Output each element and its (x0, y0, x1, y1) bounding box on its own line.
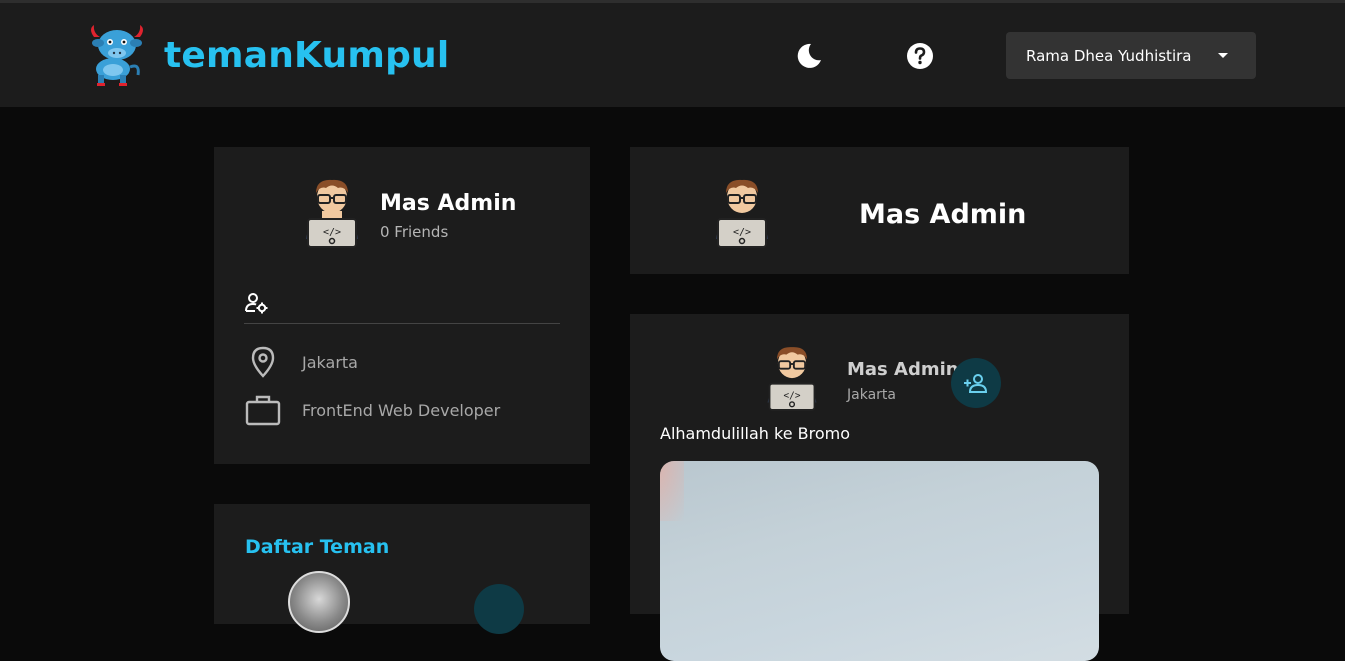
friend-avatar[interactable] (288, 571, 350, 633)
post-text: Alhamdulillah ke Bromo (660, 424, 851, 443)
caret-down-icon (1218, 53, 1228, 58)
image-flare (660, 461, 684, 521)
location-pin-icon (251, 346, 275, 378)
developer-avatar: </> (716, 179, 768, 248)
friends-count: 0 Friends (380, 223, 449, 241)
post-author-name[interactable]: Mas Admin (847, 359, 959, 380)
friends-list-card: Daftar Teman (214, 504, 590, 634)
developer-avatar: </> (306, 179, 358, 248)
job-text: FrontEnd Web Developer (302, 400, 501, 420)
divider (244, 323, 560, 324)
user-menu-button[interactable]: Rama Dhea Yudhistira (1006, 32, 1256, 79)
user-settings-icon[interactable] (244, 291, 268, 315)
svg-text:</>: </> (784, 391, 801, 402)
post-card: </> Mas Admin Jakarta Alhamdulillah ke B… (630, 314, 1129, 661)
friends-list-title: Daftar Teman (245, 536, 390, 558)
briefcase-icon (245, 395, 281, 426)
svg-text:</>: </> (733, 227, 751, 238)
navbar: temanKumpul Rama Dhea Yudhistira (0, 3, 1345, 107)
bull-mascot-logo (91, 25, 143, 86)
moon-icon[interactable] (794, 41, 824, 71)
profile-header-card: </> Mas Admin (630, 147, 1129, 274)
help-icon[interactable] (905, 41, 935, 71)
post-image[interactable] (660, 461, 1099, 661)
location-row: Jakarta (244, 345, 358, 379)
profile-name: Mas Admin (380, 191, 517, 216)
location-text: Jakarta (302, 352, 358, 372)
brand-name: temanKumpul (164, 34, 450, 76)
job-row: FrontEnd Web Developer (244, 393, 500, 427)
add-friend-button[interactable] (951, 358, 1001, 408)
developer-avatar: </> (767, 347, 817, 411)
user-name: Rama Dhea Yudhistira (1026, 46, 1192, 65)
profile-card: </> Mas Admin 0 Friends Jakarta FrontEnd… (214, 147, 590, 464)
add-friend-icon (964, 374, 988, 393)
svg-text:</>: </> (323, 227, 341, 238)
friend-add-button[interactable] (474, 584, 524, 634)
post-author-location: Jakarta (847, 387, 896, 403)
brand[interactable]: temanKumpul (84, 23, 449, 87)
profile-header-name: Mas Admin (859, 199, 1027, 230)
